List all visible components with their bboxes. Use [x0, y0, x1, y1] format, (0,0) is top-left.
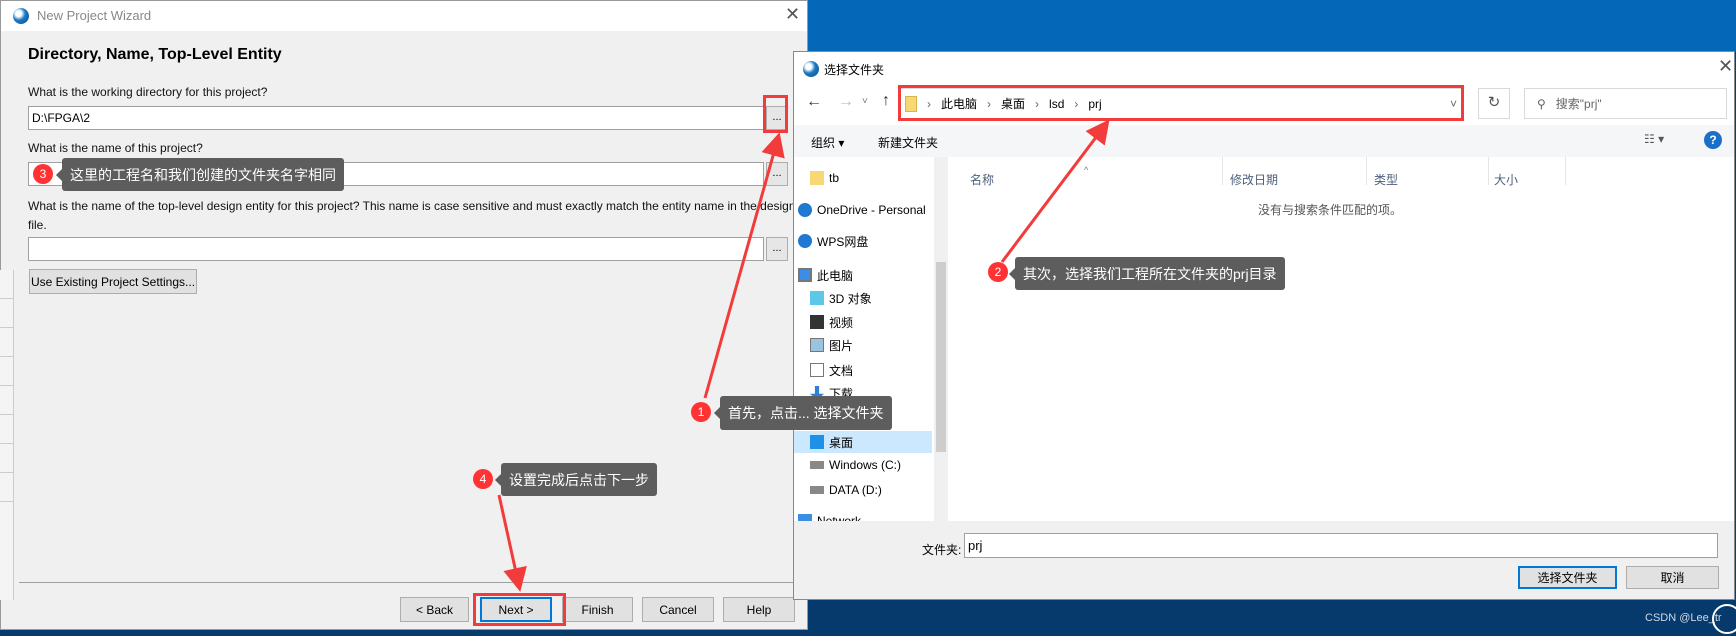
annotation-bubble-1: 首先，点击... 选择文件夹 — [714, 396, 892, 430]
arrow-4 — [497, 494, 527, 592]
annotation-badge-1: 1 — [691, 402, 711, 422]
annotation-badge-3: 3 — [33, 164, 53, 184]
annotation-bubble-3: 这里的工程名和我们创建的文件夹名字相同 — [56, 158, 344, 191]
annotation-badge-4: 4 — [473, 469, 493, 489]
annotation-badge-2: 2 — [988, 262, 1008, 282]
annotation-arrows — [497, 119, 1110, 592]
annotation-bubble-4: 设置完成后点击下一步 — [495, 463, 657, 496]
annotation-bubble-2: 其次，选择我们工程所在文件夹的prj目录 — [1009, 257, 1285, 290]
arrow-1 — [703, 132, 785, 399]
arrow-2 — [1000, 119, 1110, 263]
